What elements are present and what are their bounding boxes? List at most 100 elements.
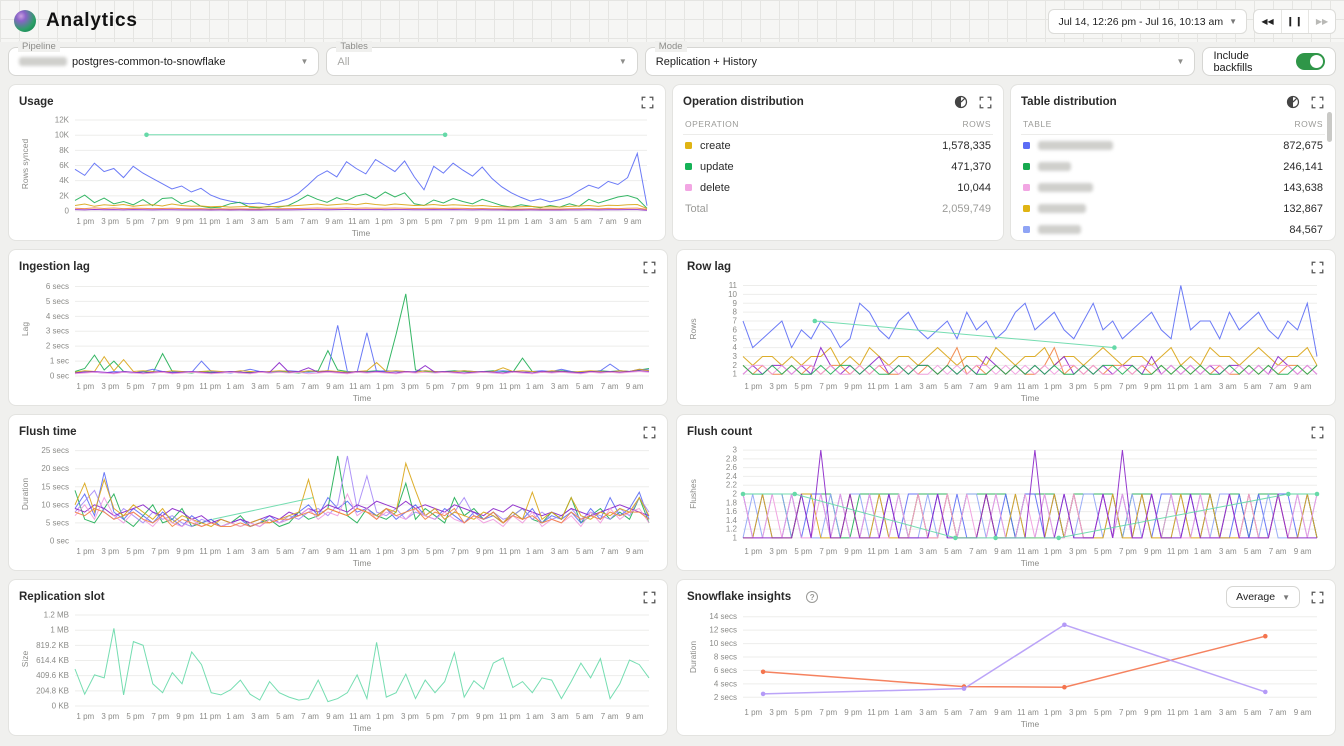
svg-text:11 pm: 11 pm bbox=[199, 382, 221, 391]
svg-text:1 pm: 1 pm bbox=[1044, 547, 1062, 556]
svg-text:5 pm: 5 pm bbox=[425, 217, 443, 226]
date-range-button[interactable]: Jul 14, 12:26 pm - Jul 16, 10:13 am ▼ bbox=[1048, 9, 1247, 34]
flush-count-chart[interactable]: 11.21.41.61.822.22.42.62.831 pm3 pm5 pm7… bbox=[687, 441, 1325, 569]
redacted-pipeline-prefix bbox=[19, 57, 67, 66]
fast-forward-button[interactable]: ▶▶ bbox=[1308, 10, 1335, 33]
svg-text:0 KB: 0 KB bbox=[52, 702, 69, 711]
svg-text:9 pm: 9 pm bbox=[176, 712, 194, 721]
expand-icon[interactable] bbox=[1310, 590, 1325, 605]
svg-text:9 am: 9 am bbox=[626, 382, 644, 391]
expand-icon[interactable] bbox=[642, 590, 657, 605]
svg-text:1 pm: 1 pm bbox=[76, 382, 94, 391]
svg-text:5: 5 bbox=[733, 334, 738, 343]
svg-text:1 am: 1 am bbox=[894, 708, 912, 717]
svg-text:11 am: 11 am bbox=[1017, 382, 1039, 391]
svg-text:7 am: 7 am bbox=[969, 708, 987, 717]
include-backfills-toggle[interactable] bbox=[1296, 53, 1325, 70]
svg-text:1 am: 1 am bbox=[226, 382, 244, 391]
aggregate-value: Average bbox=[1236, 591, 1275, 603]
svg-text:9 pm: 9 pm bbox=[476, 712, 494, 721]
pipeline-label: Pipeline bbox=[18, 41, 60, 52]
svg-text:9 pm: 9 pm bbox=[176, 547, 194, 556]
chevron-down-icon: ▼ bbox=[619, 57, 627, 66]
svg-text:5 am: 5 am bbox=[275, 217, 293, 226]
help-icon[interactable]: ? bbox=[806, 591, 818, 603]
svg-text:2K: 2K bbox=[59, 191, 69, 200]
scrollbar[interactable] bbox=[1327, 112, 1332, 142]
tables-select[interactable]: Tables All ▼ bbox=[326, 47, 637, 76]
svg-text:7 am: 7 am bbox=[300, 217, 318, 226]
svg-text:10K: 10K bbox=[55, 131, 70, 140]
svg-text:9 am: 9 am bbox=[994, 708, 1012, 717]
svg-text:1 pm: 1 pm bbox=[744, 547, 762, 556]
svg-text:7 pm: 7 pm bbox=[451, 712, 469, 721]
svg-text:7: 7 bbox=[733, 317, 738, 326]
svg-text:11 pm: 11 pm bbox=[499, 712, 521, 721]
svg-text:9 am: 9 am bbox=[325, 217, 343, 226]
expand-icon[interactable] bbox=[1310, 425, 1325, 440]
pie-chart-icon[interactable] bbox=[1285, 95, 1300, 110]
table-header: TABLE ROWS bbox=[1021, 111, 1325, 135]
svg-text:1 am: 1 am bbox=[1194, 708, 1212, 717]
operation-rows: 10,044 bbox=[957, 182, 991, 194]
svg-text:5 pm: 5 pm bbox=[126, 382, 144, 391]
expand-icon[interactable] bbox=[642, 425, 657, 440]
svg-text:5 pm: 5 pm bbox=[1094, 708, 1112, 717]
svg-text:5 am: 5 am bbox=[276, 712, 294, 721]
svg-text:Time: Time bbox=[352, 228, 371, 238]
svg-text:10 secs: 10 secs bbox=[41, 500, 69, 509]
svg-text:204.8 KB: 204.8 KB bbox=[36, 686, 69, 695]
svg-text:1 pm: 1 pm bbox=[1044, 708, 1062, 717]
column-rows: ROWS bbox=[963, 119, 991, 129]
svg-text:Time: Time bbox=[353, 558, 372, 568]
svg-text:7 pm: 7 pm bbox=[151, 547, 169, 556]
svg-text:1 am: 1 am bbox=[1194, 547, 1212, 556]
operation-name: update bbox=[700, 161, 734, 173]
svg-text:Rows synced: Rows synced bbox=[20, 138, 30, 189]
svg-text:1 pm: 1 pm bbox=[76, 712, 94, 721]
svg-text:7 pm: 7 pm bbox=[451, 382, 469, 391]
card-title: Flush count bbox=[687, 426, 752, 438]
expand-icon[interactable] bbox=[978, 95, 993, 110]
svg-text:Duration: Duration bbox=[688, 641, 698, 673]
svg-text:1 sec: 1 sec bbox=[50, 357, 69, 366]
snowflake-insights-chart[interactable]: 2 secs4 secs6 secs8 secs10 secs12 secs14… bbox=[687, 606, 1325, 730]
mode-select[interactable]: Mode Replication + History ▼ bbox=[645, 47, 1196, 76]
row-lag-chart[interactable]: 12345678910111 pm3 pm5 pm7 pm9 pm11 pm1 … bbox=[687, 276, 1325, 404]
svg-text:9 am: 9 am bbox=[326, 382, 344, 391]
pie-chart-icon[interactable] bbox=[953, 95, 968, 110]
ingestion-lag-chart[interactable]: 0 sec1 sec2 secs3 secs4 secs5 secs6 secs… bbox=[19, 276, 657, 404]
svg-text:3 am: 3 am bbox=[251, 382, 269, 391]
svg-text:9 pm: 9 pm bbox=[1144, 708, 1162, 717]
pause-button[interactable]: ❙❙ bbox=[1281, 10, 1308, 33]
svg-text:5 pm: 5 pm bbox=[1094, 382, 1112, 391]
svg-text:6: 6 bbox=[733, 325, 738, 334]
svg-text:10 secs: 10 secs bbox=[709, 639, 737, 648]
rewind-button[interactable]: ◀◀ bbox=[1254, 10, 1281, 33]
svg-text:3 am: 3 am bbox=[1219, 708, 1237, 717]
svg-text:409.6 KB: 409.6 KB bbox=[36, 671, 69, 680]
svg-text:Lag: Lag bbox=[20, 322, 30, 336]
usage-chart[interactable]: 02K4K6K8K10K12K1 pm3 pm5 pm7 pm9 pm11 pm… bbox=[19, 111, 655, 239]
svg-text:14 secs: 14 secs bbox=[709, 612, 737, 621]
svg-text:3 pm: 3 pm bbox=[769, 547, 787, 556]
svg-text:9 pm: 9 pm bbox=[1144, 382, 1162, 391]
aggregate-select[interactable]: Average ▼ bbox=[1226, 586, 1300, 608]
svg-text:1 pm: 1 pm bbox=[1044, 382, 1062, 391]
svg-text:7 pm: 7 pm bbox=[151, 217, 169, 226]
expand-icon[interactable] bbox=[640, 95, 655, 110]
replication-slot-chart[interactable]: 0 KB204.8 KB409.6 KB614.4 KB819.2 KB1 MB… bbox=[19, 606, 657, 734]
svg-text:11 pm: 11 pm bbox=[499, 547, 521, 556]
svg-text:6 secs: 6 secs bbox=[714, 666, 737, 675]
chevron-down-icon: ▼ bbox=[1229, 17, 1237, 26]
table-rows-value: 872,675 bbox=[1283, 140, 1323, 152]
svg-text:12 secs: 12 secs bbox=[709, 626, 737, 635]
expand-icon[interactable] bbox=[1310, 95, 1325, 110]
flush-time-chart[interactable]: 0 sec5 secs10 secs15 secs20 secs25 secs1… bbox=[19, 441, 657, 569]
pipeline-select[interactable]: Pipeline postgres-common-to-snowflake ▼ bbox=[8, 47, 319, 76]
svg-text:1 pm: 1 pm bbox=[744, 382, 762, 391]
expand-icon[interactable] bbox=[1310, 260, 1325, 275]
svg-text:7 am: 7 am bbox=[969, 547, 987, 556]
svg-text:5 pm: 5 pm bbox=[426, 382, 444, 391]
expand-icon[interactable] bbox=[642, 260, 657, 275]
